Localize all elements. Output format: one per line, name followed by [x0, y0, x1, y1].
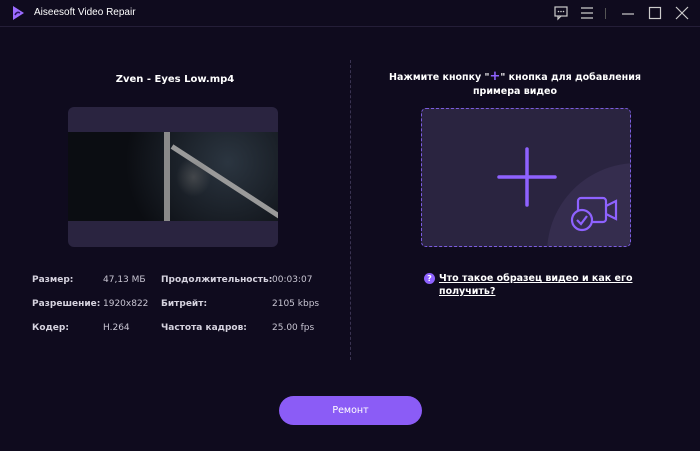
framerate-label: Частота кадров:	[161, 323, 247, 333]
panel-divider	[350, 60, 351, 360]
feedback-icon[interactable]	[553, 5, 569, 21]
bitrate-label: Битрейт:	[161, 299, 208, 309]
duration-label: Продолжительность:	[161, 275, 273, 285]
close-icon[interactable]	[674, 5, 690, 21]
video-thumbnail	[68, 107, 278, 247]
title-bar: Aiseesoft Video Repair	[0, 0, 700, 27]
sample-help: ? Что такое образец видео и как его полу…	[424, 272, 639, 298]
framerate-value: 25.00 fps	[272, 323, 315, 333]
resolution-value: 1920x822	[103, 299, 149, 309]
video-camera-check-icon	[570, 196, 618, 232]
app-logo-icon	[13, 6, 24, 20]
sample-help-link[interactable]: Что такое образец видео и как его получи…	[439, 272, 639, 298]
codec-value: H.264	[103, 323, 130, 333]
file-name: Zven - Eyes Low.mp4	[115, 74, 235, 85]
size-label: Размер:	[32, 275, 74, 285]
help-icon: ?	[424, 273, 435, 284]
bitrate-value: 2105 kbps	[272, 299, 320, 309]
size-value: 47,13 МБ	[103, 275, 146, 285]
menu-icon[interactable]	[579, 5, 595, 21]
plus-inline-icon: +	[489, 69, 501, 84]
app-title: Aiseesoft Video Repair	[34, 7, 136, 18]
add-sample-video-button[interactable]	[421, 108, 631, 247]
sample-instruction: Нажмите кнопку "+" кнопка для добавления…	[370, 70, 660, 99]
minimize-icon[interactable]	[620, 5, 636, 21]
plus-icon	[497, 147, 557, 207]
maximize-icon[interactable]	[647, 5, 663, 21]
video-frame	[68, 132, 278, 221]
title-divider	[605, 8, 606, 19]
repair-button[interactable]: Ремонт	[279, 396, 422, 425]
resolution-label: Разрешение:	[32, 299, 101, 309]
instruction-text: Нажмите кнопку "	[389, 72, 490, 83]
duration-value: 00:03:07	[272, 275, 313, 285]
codec-label: Кодер:	[32, 323, 69, 333]
